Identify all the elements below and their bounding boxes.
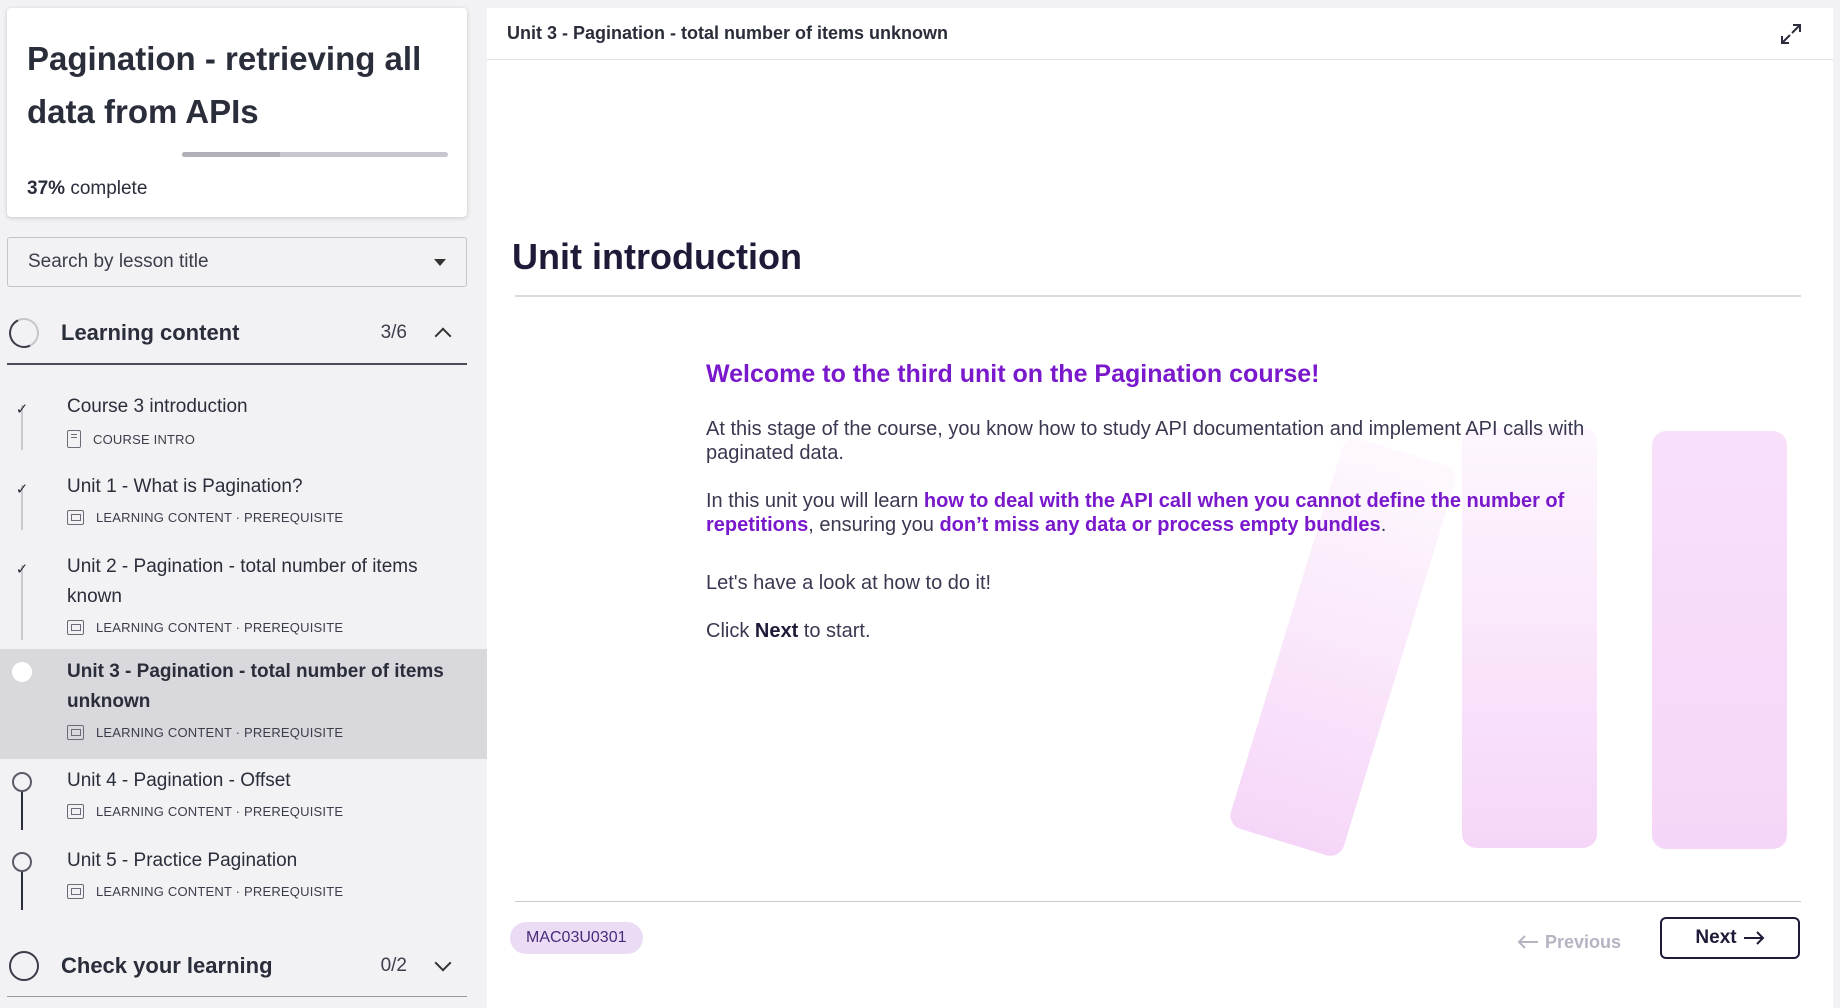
text-run: , ensuring you [808,514,940,536]
intro-paragraph: At this stage of the course, you know ho… [706,418,1585,464]
lesson-title: Unit 4 - Pagination - Offset [67,770,291,791]
slides-icon [67,804,84,819]
text-run: . [1380,514,1387,536]
incomplete-circle-icon [12,772,32,792]
slides-icon [67,884,84,899]
search-placeholder: Search by lesson title [28,251,209,272]
previous-label: Previous [1545,931,1622,952]
section-check-your-learning[interactable]: Check your learning 0/2 [7,935,467,997]
progress-suffix: complete [70,178,148,199]
lesson-meta-text: LEARNING CONTENT · PREREQUISITE [96,510,344,525]
lesson-meta-text: COURSE INTRO [93,431,196,447]
section-count: 0/2 [380,954,407,976]
lesson-meta: LEARNING CONTENT · PREREQUISITE [67,804,343,819]
section-title: Check your learning [61,952,273,978]
lesson-title: Unit 5 - Practice Pagination [67,850,298,871]
page-title: Unit introduction [512,236,802,277]
progress-bar-fill [182,152,281,157]
lesson-meta: LEARNING CONTENT · PREREQUISITE [67,620,343,635]
lesson-title: Unit 3 - Pagination - total number of it… [67,661,444,712]
content-topbar: Unit 3 - Pagination - total number of it… [487,8,1833,60]
unit-code: MAC03U0301 [526,929,627,946]
incomplete-circle-icon [12,852,32,872]
divider [515,901,1801,902]
next-label: Next [1695,927,1737,948]
document-icon [67,430,81,448]
section-title: Learning content [61,320,240,345]
slides-icon [67,510,84,525]
lesson-title: Unit 2 - Pagination - total number of it… [67,556,418,607]
lesson-meta-text: LEARNING CONTENT · PREREQUISITE [96,884,344,899]
progress-bar [182,152,448,157]
lesson-meta-text: LEARNING CONTENT · PREREQUISITE [96,804,344,819]
slides-icon [67,725,84,740]
check-icon: ✓ [15,481,29,498]
lesson-meta: LEARNING CONTENT · PREREQUISITE [67,510,343,525]
check-icon: ✓ [15,401,29,418]
lesson-item-course-intro[interactable]: ✓ Course 3 introduction COURSE INTRO [0,388,487,458]
current-lesson-icon [12,662,32,682]
slides-icon [67,620,84,635]
section-count: 3/6 [380,322,407,343]
breadcrumb: Unit 3 - Pagination - total number of it… [507,23,948,43]
lesson-meta: COURSE INTRO [67,430,195,448]
course-card: Pagination - retrieving all data from AP… [7,8,467,217]
lesson-title: Unit 1 - What is Pagination? [67,476,303,497]
lesson-meta: LEARNING CONTENT · PREREQUISITE [67,884,343,899]
welcome-heading: Welcome to the third unit on the Paginat… [706,360,1320,388]
text-run: In this unit you will learn [706,490,924,512]
course-sidebar: Pagination - retrieving all data from AP… [0,0,487,1008]
divider [515,295,1801,297]
lesson-title: Course 3 introduction [67,396,248,417]
lesson-item-unit-1[interactable]: ✓ Unit 1 - What is Pagination? LEARNING … [0,468,487,538]
previous-button[interactable]: Previous [1517,922,1621,962]
progress-percent: 37% [27,178,66,199]
highlight-text: don’t miss any data or process empty bun… [939,514,1381,536]
course-title: Pagination - retrieving all data from AP… [27,40,422,130]
lesson-search-dropdown[interactable]: Search by lesson title [7,237,467,287]
check-icon: ✓ [15,561,29,578]
lesson-item-unit-4[interactable]: Unit 4 - Pagination - Offset LEARNING CO… [0,770,487,840]
arrow-right-icon [1743,931,1765,945]
decorative-shape [1652,431,1787,849]
unit-code-badge: MAC03U0301 [510,922,643,954]
text-run: to start. [798,620,871,642]
section-progress-ring-icon [4,313,44,353]
progress-text: 37% complete [27,178,147,200]
lesson-item-unit-5[interactable]: Unit 5 - Practice Pagination LEARNING CO… [0,850,487,920]
arrow-left-icon [1517,935,1538,949]
bold-text: Next [754,620,799,642]
call-to-action-paragraph: Let's have a look at how to do it! [706,572,992,594]
section-learning-content[interactable]: Learning content 3/6 [4,303,467,365]
text-run: Click [706,620,755,642]
section-progress-ring-icon [9,950,39,981]
caret-down-icon [434,258,446,266]
lesson-content-panel: Unit 3 - Pagination - total number of it… [487,8,1833,1008]
lesson-item-unit-3[interactable]: Unit 3 - Pagination - total number of it… [0,649,487,759]
lesson-meta-text: LEARNING CONTENT · PREREQUISITE [96,620,344,635]
lesson-meta-text: LEARNING CONTENT · PREREQUISITE [96,725,344,740]
lesson-meta: LEARNING CONTENT · PREREQUISITE [67,725,343,740]
chevron-down-icon[interactable] [434,954,452,971]
chevron-up-icon[interactable] [434,327,452,345]
next-button[interactable]: Next [1660,917,1800,959]
click-next-paragraph: Click Next to start. [706,619,1626,643]
learning-goal-paragraph: In this unit you will learn how to deal … [706,489,1626,537]
expand-icon[interactable] [1779,22,1803,46]
lesson-item-unit-2[interactable]: ✓ Unit 2 - Pagination - total number of … [0,548,487,648]
